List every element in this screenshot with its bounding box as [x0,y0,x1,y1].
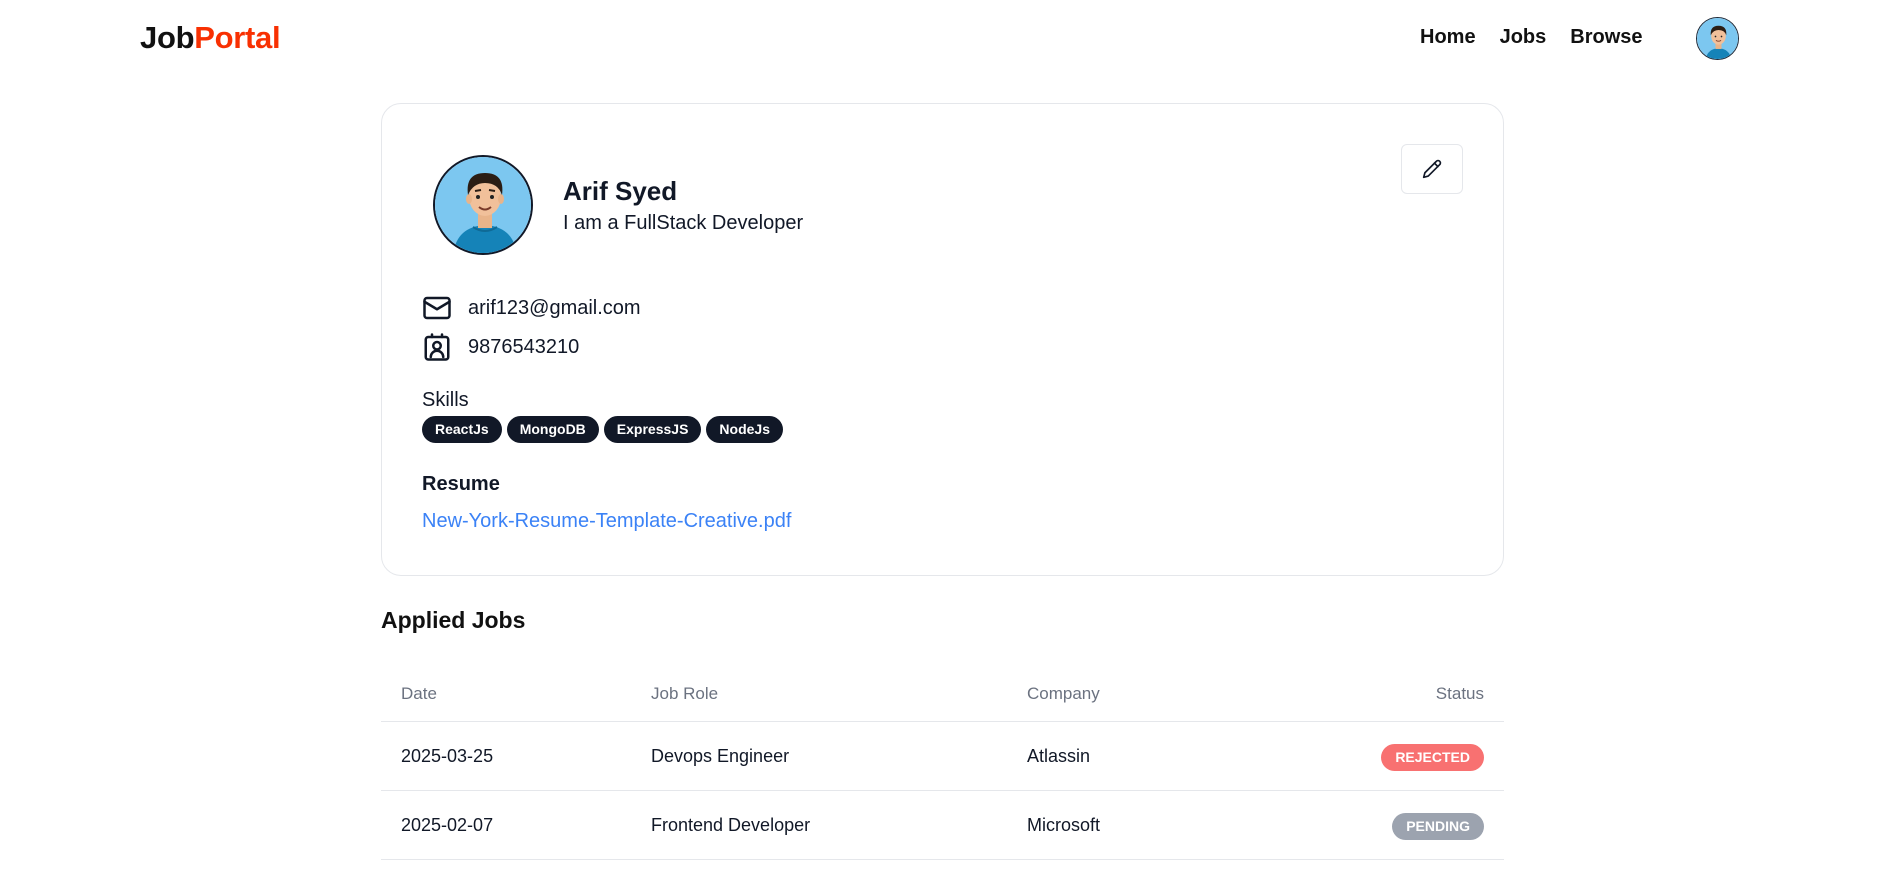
user-avatar-icon[interactable] [1696,17,1739,60]
profile-name: Arif Syed [563,176,678,206]
cell-date: 2025-03-25 [401,746,494,766]
profile-avatar [433,155,533,255]
skills-label: Skills [422,389,469,411]
column-header-company: Company [1027,684,1100,703]
status-badge: REJECTED [1381,744,1484,771]
column-header-status: Status [1435,684,1484,703]
cell-role: Devops Engineer [651,746,790,766]
skills-list: ReactJs MongoDB ExpressJS NodeJs [422,416,783,443]
pencil-icon [1422,159,1442,179]
edit-profile-button[interactable] [1401,144,1463,194]
skill-badge: ReactJs [422,416,502,443]
profile-bio: I am a FullStack Developer [563,212,804,234]
avatar-illustration [1697,18,1738,59]
resume-label: Resume [422,473,500,495]
avatar-illustration [435,157,531,253]
cell-role: Frontend Developer [651,815,811,835]
column-header-role: Job Role [651,684,719,703]
nav-jobs[interactable]: Jobs [1500,26,1547,49]
column-header-date: Date [401,684,437,703]
logo-text-job: Job [140,20,195,55]
contact-card-icon [422,332,452,362]
email-text: arif123@gmail.com [468,296,641,319]
cell-company: Atlassin [1027,746,1091,766]
table-row[interactable]: 2025-02-07 Frontend Developer Microsoft … [381,791,1504,860]
nav-browse[interactable]: Browse [1570,26,1642,49]
skill-badge: ExpressJS [603,416,702,443]
resume-link[interactable]: New-York-Resume-Template-Creative.pdf [422,510,791,533]
status-badge: PENDING [1392,813,1484,840]
cell-company: Microsoft [1027,815,1101,835]
mail-icon [422,293,452,323]
applied-jobs-table: Date Job Role Company Status 2025-03-25 … [381,670,1504,860]
applied-jobs-title: Applied Jobs [381,607,526,633]
phone-text: 9876543210 [468,335,580,358]
skill-badge: NodeJs [706,416,783,443]
table-header-row: Date Job Role Company Status [381,670,1504,722]
navbar: JobPortal Home Jobs Browse [0,0,1879,80]
logo[interactable]: JobPortal [140,20,281,56]
skill-badge: MongoDB [506,416,599,443]
logo-text-portal: Portal [194,20,281,55]
contact-email-row: arif123@gmail.com [422,293,641,323]
nav-links: Home Jobs Browse [1420,26,1643,49]
contact-phone-row: 9876543210 [422,332,579,362]
profile-card: Arif Syed I am a FullStack Developer ari… [381,103,1504,576]
nav-home[interactable]: Home [1420,26,1476,49]
cell-date: 2025-02-07 [401,815,494,835]
table-row[interactable]: 2025-03-25 Devops Engineer Atlassin REJE… [381,722,1504,791]
